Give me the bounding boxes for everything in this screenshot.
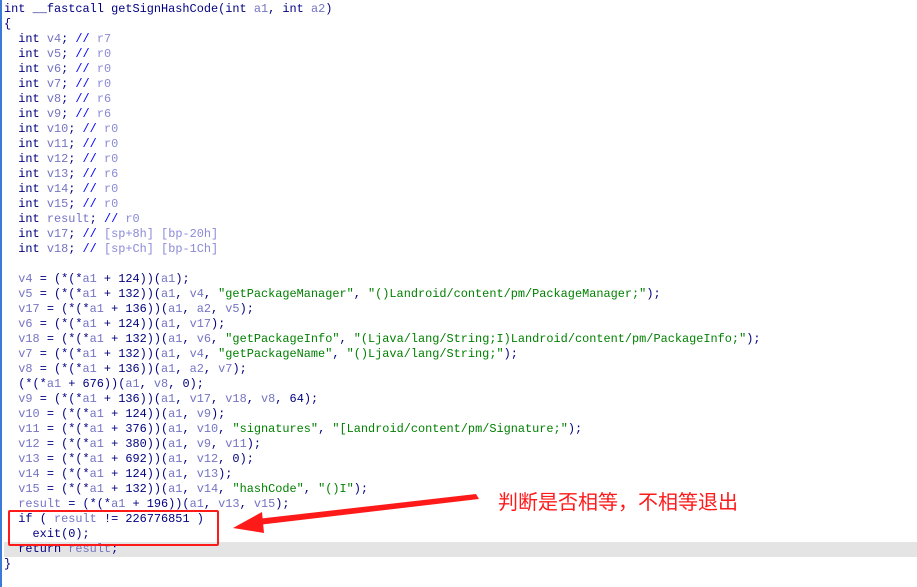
arrow-icon — [233, 494, 479, 533]
annotation-note: 判断是否相等，不相等退出 — [498, 490, 738, 514]
arrow-head — [233, 512, 264, 533]
arrow-shaft — [257, 494, 479, 525]
